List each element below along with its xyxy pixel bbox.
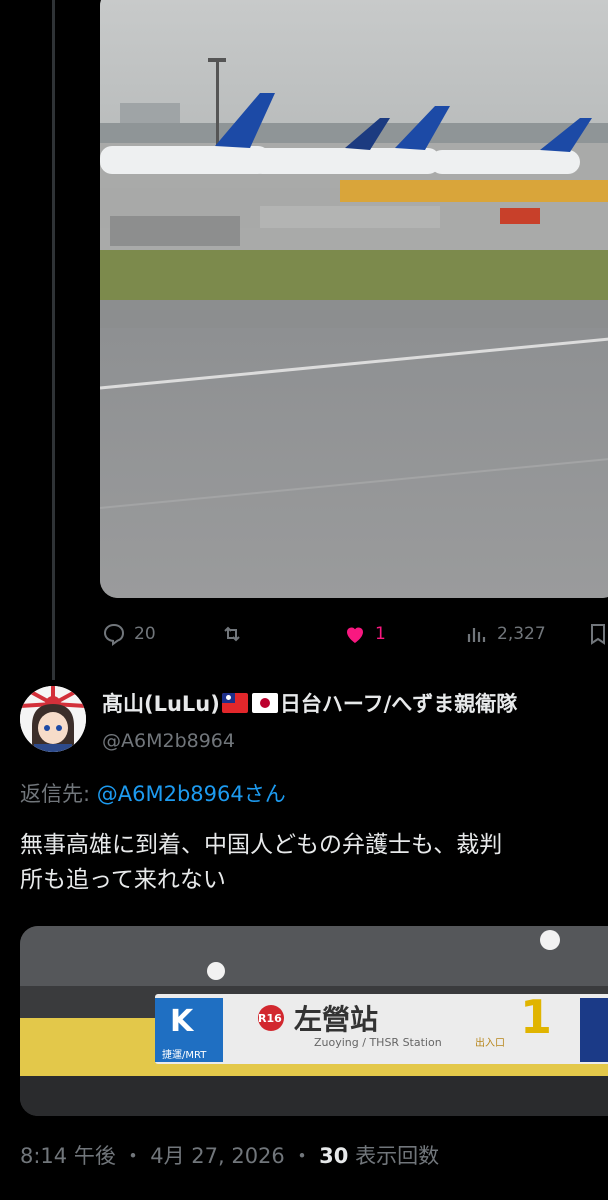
exit-label: 出入口 (475, 1038, 505, 1049)
tweet-photo-airport[interactable] (100, 0, 608, 598)
tweet-photo-station[interactable]: K 捷運/MRT R16 左營站 Zuoying / THSR Station … (20, 926, 608, 1116)
reply-icon (103, 623, 125, 646)
station-subtitle: Zuoying / THSR Station (314, 1036, 442, 1049)
avatar-image (20, 686, 86, 752)
display-name-suffix: 日台ハーフ/へずま親衛隊 (279, 692, 518, 716)
views-button[interactable]: 2,327 (465, 616, 546, 652)
meta-separator: ・ (291, 1144, 313, 1168)
display-name[interactable]: 髙山(LuLu) 日台ハーフ/へずま親衛隊 (102, 688, 517, 718)
display-name-text: 髙山(LuLu) (102, 692, 220, 716)
views-total: 30 (319, 1144, 349, 1168)
reply-to-label: 返信先: (20, 782, 97, 806)
tweet-date[interactable]: 4月 27, 2026 (150, 1144, 285, 1168)
station-name: 左營站 (294, 1003, 379, 1036)
like-count: 1 (375, 624, 386, 644)
tweet-action-bar: 20 1 2,327 (0, 616, 608, 652)
tweet-text: 無事高雄に到着、中国人どもの弁護士も、裁判 所も追って来れない (20, 832, 503, 893)
bar-chart-icon (467, 628, 486, 642)
heart-icon (347, 627, 363, 643)
mrt-label: 捷運/MRT (162, 1050, 207, 1061)
reply-button[interactable]: 20 (102, 616, 156, 652)
avatar[interactable] (20, 686, 86, 752)
reply-mention-link[interactable]: @A6M2b8964さん (97, 782, 286, 806)
retweet-button[interactable] (220, 616, 252, 652)
taiwan-flag-icon (221, 693, 248, 713)
retweet-icon (224, 626, 240, 642)
airport-photo (100, 0, 608, 598)
thread-connector-line (52, 0, 55, 680)
metro-line-code: R16 (258, 1012, 282, 1025)
reply-to-line: 返信先: @A6M2b8964さん (20, 778, 286, 808)
like-button[interactable]: 1 (343, 616, 386, 652)
meta-separator: ・ (122, 1144, 144, 1168)
metro-k-logo: K (170, 1004, 194, 1039)
tweet-time[interactable]: 8:14 午後 (20, 1144, 116, 1168)
bookmark-button[interactable] (586, 616, 608, 652)
tweet-metadata: 8:14 午後 ・ 4月 27, 2026 ・ 30 表示回数 (20, 1140, 439, 1170)
japan-flag-icon (251, 693, 278, 713)
user-handle[interactable]: @A6M2b8964 (102, 730, 235, 752)
bookmark-icon (591, 624, 605, 645)
reply-count: 20 (134, 624, 156, 644)
views-count: 2,327 (497, 624, 546, 644)
views-label: 表示回数 (355, 1144, 440, 1168)
exit-number: 1 (520, 990, 553, 1044)
